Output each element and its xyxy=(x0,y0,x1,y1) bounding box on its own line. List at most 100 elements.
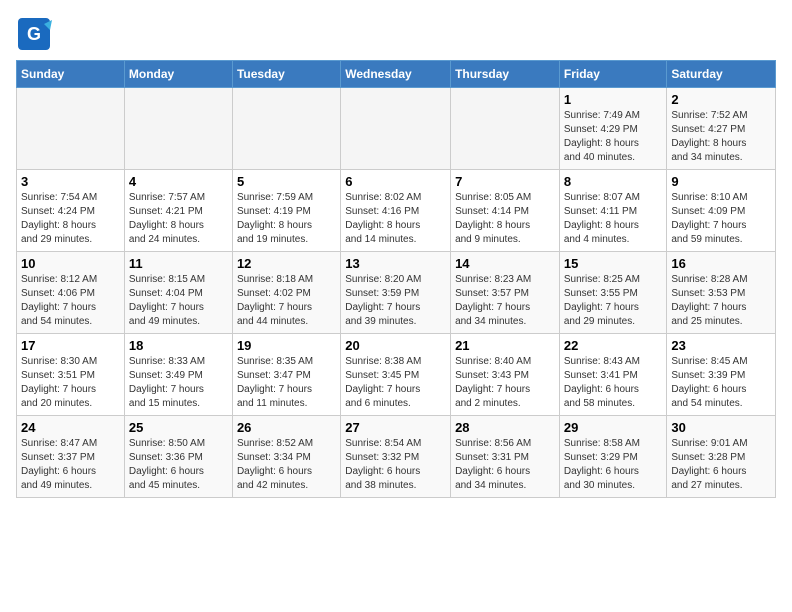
day-number: 17 xyxy=(21,338,120,353)
day-number: 30 xyxy=(671,420,771,435)
calendar-week-2: 3 Sunrise: 7:54 AM Sunset: 4:24 PM Daylig… xyxy=(17,170,776,252)
day-number: 6 xyxy=(345,174,446,189)
day-info: Sunrise: 8:30 AM Sunset: 3:51 PM Dayligh… xyxy=(21,355,120,411)
day-info: Sunrise: 8:45 AM Sunset: 3:39 PM Dayligh… xyxy=(671,355,771,411)
calendar-header: SundayMondayTuesdayWednesdayThursdayFrid… xyxy=(17,61,776,88)
logo-icon: G xyxy=(16,16,52,52)
calendar-cell xyxy=(124,88,232,170)
calendar-cell: 14 Sunrise: 8:23 AM Sunset: 3:57 PM Dayli… xyxy=(451,252,560,334)
day-info: Sunrise: 8:40 AM Sunset: 3:43 PM Dayligh… xyxy=(455,355,555,411)
day-info: Sunrise: 8:38 AM Sunset: 3:45 PM Dayligh… xyxy=(345,355,446,411)
calendar-week-4: 17 Sunrise: 8:30 AM Sunset: 3:51 PM Dayli… xyxy=(17,334,776,416)
calendar-cell: 5 Sunrise: 7:59 AM Sunset: 4:19 PM Daylig… xyxy=(232,170,340,252)
calendar-cell xyxy=(341,88,451,170)
weekday-header-row: SundayMondayTuesdayWednesdayThursdayFrid… xyxy=(17,61,776,88)
day-number: 25 xyxy=(129,420,228,435)
day-number: 19 xyxy=(237,338,336,353)
day-info: Sunrise: 7:54 AM Sunset: 4:24 PM Dayligh… xyxy=(21,191,120,247)
day-info: Sunrise: 8:50 AM Sunset: 3:36 PM Dayligh… xyxy=(129,437,228,493)
day-info: Sunrise: 7:52 AM Sunset: 4:27 PM Dayligh… xyxy=(671,109,771,165)
day-number: 4 xyxy=(129,174,228,189)
day-info: Sunrise: 8:20 AM Sunset: 3:59 PM Dayligh… xyxy=(345,273,446,329)
day-number: 1 xyxy=(564,92,663,107)
calendar-cell: 3 Sunrise: 7:54 AM Sunset: 4:24 PM Daylig… xyxy=(17,170,125,252)
weekday-header-friday: Friday xyxy=(559,61,667,88)
day-info: Sunrise: 8:10 AM Sunset: 4:09 PM Dayligh… xyxy=(671,191,771,247)
day-number: 16 xyxy=(671,256,771,271)
day-number: 28 xyxy=(455,420,555,435)
calendar-cell: 15Sunrise: 8:25 AM Sunset: 3:55 PM Dayli… xyxy=(559,252,667,334)
day-info: Sunrise: 7:57 AM Sunset: 4:21 PM Dayligh… xyxy=(129,191,228,247)
calendar-cell: 21Sunrise: 8:40 AM Sunset: 3:43 PM Dayli… xyxy=(451,334,560,416)
calendar-cell: 26 Sunrise: 8:52 AM Sunset: 3:34 PM Dayli… xyxy=(232,416,340,498)
calendar-cell: 22 Sunrise: 8:43 AM Sunset: 3:41 PM Dayli… xyxy=(559,334,667,416)
day-number: 12 xyxy=(237,256,336,271)
day-number: 5 xyxy=(237,174,336,189)
calendar-week-1: 1Sunrise: 7:49 AM Sunset: 4:29 PM Daylig… xyxy=(17,88,776,170)
day-info: Sunrise: 9:01 AM Sunset: 3:28 PM Dayligh… xyxy=(671,437,771,493)
day-number: 20 xyxy=(345,338,446,353)
day-info: Sunrise: 8:47 AM Sunset: 3:37 PM Dayligh… xyxy=(21,437,120,493)
calendar-cell: 7Sunrise: 8:05 AM Sunset: 4:14 PM Daylig… xyxy=(451,170,560,252)
day-number: 26 xyxy=(237,420,336,435)
svg-text:G: G xyxy=(27,24,41,44)
calendar-cell: 30 Sunrise: 9:01 AM Sunset: 3:28 PM Dayli… xyxy=(667,416,776,498)
day-number: 2 xyxy=(671,92,771,107)
day-info: Sunrise: 8:56 AM Sunset: 3:31 PM Dayligh… xyxy=(455,437,555,493)
day-number: 7 xyxy=(455,174,555,189)
calendar-cell: 1Sunrise: 7:49 AM Sunset: 4:29 PM Daylig… xyxy=(559,88,667,170)
calendar-cell: 6 Sunrise: 8:02 AM Sunset: 4:16 PM Daylig… xyxy=(341,170,451,252)
day-number: 24 xyxy=(21,420,120,435)
calendar-cell: 27Sunrise: 8:54 AM Sunset: 3:32 PM Dayli… xyxy=(341,416,451,498)
weekday-header-monday: Monday xyxy=(124,61,232,88)
weekday-header-thursday: Thursday xyxy=(451,61,560,88)
calendar-cell: 2 Sunrise: 7:52 AM Sunset: 4:27 PM Daylig… xyxy=(667,88,776,170)
calendar-cell: 24 Sunrise: 8:47 AM Sunset: 3:37 PM Dayli… xyxy=(17,416,125,498)
day-info: Sunrise: 8:15 AM Sunset: 4:04 PM Dayligh… xyxy=(129,273,228,329)
day-info: Sunrise: 8:33 AM Sunset: 3:49 PM Dayligh… xyxy=(129,355,228,411)
day-number: 22 xyxy=(564,338,663,353)
day-info: Sunrise: 8:18 AM Sunset: 4:02 PM Dayligh… xyxy=(237,273,336,329)
calendar-cell: 29 Sunrise: 8:58 AM Sunset: 3:29 PM Dayli… xyxy=(559,416,667,498)
calendar-cell: 11 Sunrise: 8:15 AM Sunset: 4:04 PM Dayli… xyxy=(124,252,232,334)
calendar-cell: 20 Sunrise: 8:38 AM Sunset: 3:45 PM Dayli… xyxy=(341,334,451,416)
calendar-cell: 13Sunrise: 8:20 AM Sunset: 3:59 PM Dayli… xyxy=(341,252,451,334)
calendar-week-3: 10 Sunrise: 8:12 AM Sunset: 4:06 PM Dayli… xyxy=(17,252,776,334)
weekday-header-wednesday: Wednesday xyxy=(341,61,451,88)
calendar-cell xyxy=(232,88,340,170)
calendar-cell xyxy=(17,88,125,170)
calendar-cell: 4 Sunrise: 7:57 AM Sunset: 4:21 PM Daylig… xyxy=(124,170,232,252)
day-number: 14 xyxy=(455,256,555,271)
calendar-cell: 8 Sunrise: 8:07 AM Sunset: 4:11 PM Daylig… xyxy=(559,170,667,252)
page-header: G xyxy=(16,16,776,52)
day-number: 8 xyxy=(564,174,663,189)
day-info: Sunrise: 8:43 AM Sunset: 3:41 PM Dayligh… xyxy=(564,355,663,411)
day-number: 3 xyxy=(21,174,120,189)
day-info: Sunrise: 8:54 AM Sunset: 3:32 PM Dayligh… xyxy=(345,437,446,493)
calendar-table: SundayMondayTuesdayWednesdayThursdayFrid… xyxy=(16,60,776,498)
weekday-header-sunday: Sunday xyxy=(17,61,125,88)
calendar-cell: 25 Sunrise: 8:50 AM Sunset: 3:36 PM Dayli… xyxy=(124,416,232,498)
day-number: 18 xyxy=(129,338,228,353)
day-info: Sunrise: 8:12 AM Sunset: 4:06 PM Dayligh… xyxy=(21,273,120,329)
day-number: 23 xyxy=(671,338,771,353)
day-info: Sunrise: 8:28 AM Sunset: 3:53 PM Dayligh… xyxy=(671,273,771,329)
day-info: Sunrise: 8:35 AM Sunset: 3:47 PM Dayligh… xyxy=(237,355,336,411)
weekday-header-tuesday: Tuesday xyxy=(232,61,340,88)
day-info: Sunrise: 8:02 AM Sunset: 4:16 PM Dayligh… xyxy=(345,191,446,247)
day-info: Sunrise: 8:25 AM Sunset: 3:55 PM Dayligh… xyxy=(564,273,663,329)
calendar-cell: 19 Sunrise: 8:35 AM Sunset: 3:47 PM Dayli… xyxy=(232,334,340,416)
calendar-cell: 9Sunrise: 8:10 AM Sunset: 4:09 PM Daylig… xyxy=(667,170,776,252)
day-number: 29 xyxy=(564,420,663,435)
calendar-cell: 17 Sunrise: 8:30 AM Sunset: 3:51 PM Dayli… xyxy=(17,334,125,416)
day-info: Sunrise: 7:59 AM Sunset: 4:19 PM Dayligh… xyxy=(237,191,336,247)
day-number: 11 xyxy=(129,256,228,271)
day-info: Sunrise: 8:58 AM Sunset: 3:29 PM Dayligh… xyxy=(564,437,663,493)
calendar-cell: 23 Sunrise: 8:45 AM Sunset: 3:39 PM Dayli… xyxy=(667,334,776,416)
day-info: Sunrise: 8:07 AM Sunset: 4:11 PM Dayligh… xyxy=(564,191,663,247)
weekday-header-saturday: Saturday xyxy=(667,61,776,88)
calendar-cell: 12 Sunrise: 8:18 AM Sunset: 4:02 PM Dayli… xyxy=(232,252,340,334)
day-number: 10 xyxy=(21,256,120,271)
day-info: Sunrise: 8:52 AM Sunset: 3:34 PM Dayligh… xyxy=(237,437,336,493)
day-info: Sunrise: 8:23 AM Sunset: 3:57 PM Dayligh… xyxy=(455,273,555,329)
